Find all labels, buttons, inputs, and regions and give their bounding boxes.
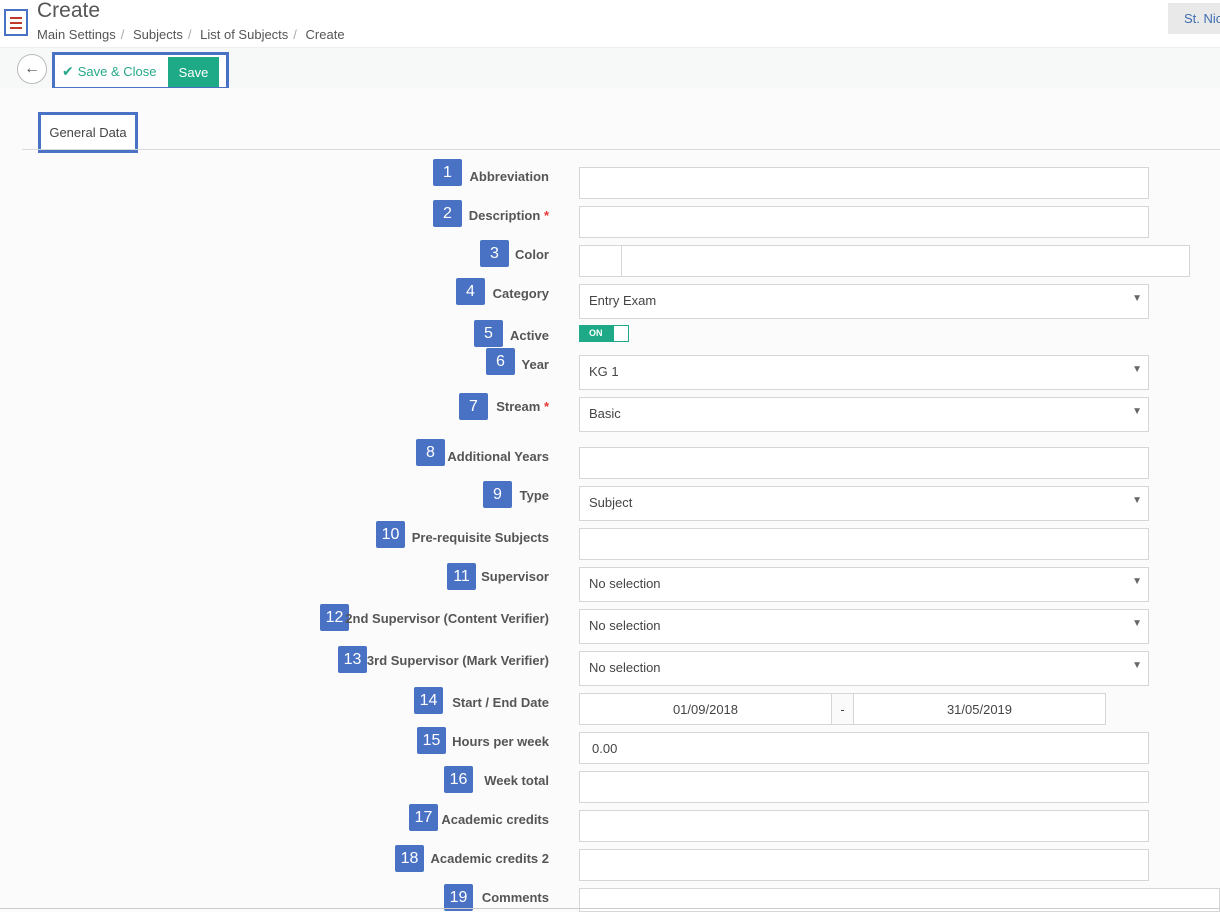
second-supervisor-label: 2nd Supervisor (Content Verifier) (345, 611, 549, 626)
active-toggle[interactable]: ON (579, 325, 629, 342)
step-badge-8: 8 (416, 439, 445, 466)
third-supervisor-select[interactable]: No selection ▼ (579, 651, 1149, 686)
step-badge-14: 14 (414, 687, 443, 714)
breadcrumb-list-of-subjects[interactable]: List of Subjects (200, 27, 288, 42)
caret-down-icon: ▼ (1132, 364, 1142, 375)
step-badge-9: 9 (483, 481, 512, 508)
page-title: Create (37, 0, 101, 22)
second-supervisor-select[interactable]: No selection ▼ (579, 609, 1149, 644)
stream-label: Stream * (496, 399, 549, 414)
year-label: Year (521, 357, 549, 372)
description-input[interactable] (579, 206, 1149, 238)
color-picker[interactable] (579, 245, 1190, 277)
year-value: KG 1 (589, 364, 619, 379)
save-and-close-button[interactable]: ✔ Save & Close (62, 58, 157, 85)
breadcrumb: Main Settings / Subjects / List of Subject… (37, 27, 345, 42)
step-badge-4: 4 (456, 278, 485, 305)
toggle-on-label: ON (580, 326, 614, 341)
arrow-left-icon: ← (24, 60, 40, 77)
step-badge-13: 13 (338, 646, 367, 673)
step-badge-7: 7 (459, 393, 488, 420)
color-swatch[interactable] (580, 246, 622, 276)
color-label: Color (515, 247, 549, 262)
step-badge-1: 1 (433, 159, 462, 186)
bottom-divider (0, 908, 1220, 909)
type-value: Subject (589, 495, 633, 510)
end-date-input[interactable]: 31/05/2019 (854, 694, 1105, 724)
start-date-input[interactable]: 01/09/2018 (580, 694, 831, 724)
comments-label: Comments (481, 890, 549, 905)
caret-down-icon: ▼ (1132, 618, 1142, 629)
save-actions-highlight: ✔ Save & Close Save (52, 52, 229, 90)
additional-years-input[interactable] (579, 447, 1149, 479)
toolbar: ← ✔ Save & Close Save (0, 47, 1220, 90)
step-badge-19: 19 (444, 884, 473, 911)
caret-down-icon: ▼ (1132, 660, 1142, 671)
academic-credits-2-input[interactable] (579, 849, 1149, 881)
step-badge-2: 2 (433, 200, 462, 227)
date-range-group: 01/09/2018 - 31/05/2019 (579, 693, 1106, 725)
date-separator: - (831, 694, 854, 724)
step-badge-6: 6 (486, 348, 515, 375)
save-button[interactable]: Save (168, 57, 219, 87)
stream-select[interactable]: Basic ▼ (579, 397, 1149, 432)
step-badge-17: 17 (409, 804, 438, 831)
category-select[interactable]: Entry Exam ▼ (579, 284, 1149, 319)
step-badge-5: 5 (474, 320, 503, 347)
type-label: Type (519, 488, 549, 503)
academic-credits-label: Academic credits (441, 812, 549, 827)
step-badge-3: 3 (480, 240, 509, 267)
stream-value: Basic (589, 406, 621, 421)
abbreviation-label: Abbreviation (469, 169, 549, 184)
step-badge-18: 18 (395, 845, 424, 872)
category-label: Category (492, 286, 549, 301)
tab-general-data[interactable]: General Data (38, 112, 138, 153)
stream-label-text: Stream (496, 399, 541, 414)
supervisor-select[interactable]: No selection ▼ (579, 567, 1149, 602)
start-end-date-label: Start / End Date (452, 695, 549, 710)
step-badge-16: 16 (444, 766, 473, 793)
supervisor-label: Supervisor (481, 569, 549, 584)
abbreviation-input[interactable] (579, 167, 1149, 199)
active-label: Active (509, 328, 549, 343)
academic-credits-input[interactable] (579, 810, 1149, 842)
hours-per-week-input[interactable]: 0.00 (579, 732, 1149, 764)
hamburger-menu-icon[interactable] (4, 9, 28, 36)
academic-credits-2-label: Academic credits 2 (430, 851, 549, 866)
description-label: Description * (469, 208, 549, 223)
third-supervisor-value: No selection (589, 660, 661, 675)
caret-down-icon: ▼ (1132, 495, 1142, 506)
page-header: Create Main Settings / Subjects / List of … (0, 0, 1220, 47)
step-badge-10: 10 (376, 521, 405, 548)
step-badge-15: 15 (417, 727, 446, 754)
caret-down-icon: ▼ (1132, 576, 1142, 587)
back-button[interactable]: ← (17, 54, 47, 84)
prerequisite-subjects-input[interactable] (579, 528, 1149, 560)
check-icon: ✔ (62, 63, 74, 79)
required-marker: * (543, 208, 549, 223)
third-supervisor-label: 3rd Supervisor (Mark Verifier) (366, 653, 549, 668)
breadcrumb-create: Create (305, 27, 345, 42)
caret-down-icon: ▼ (1132, 406, 1142, 417)
hours-per-week-label: Hours per week (452, 734, 549, 749)
year-select[interactable]: KG 1 ▼ (579, 355, 1149, 390)
save-and-close-label: Save & Close (77, 64, 157, 79)
week-total-label: Week total (484, 773, 549, 788)
supervisor-value: No selection (589, 576, 661, 591)
caret-down-icon: ▼ (1132, 293, 1142, 304)
breadcrumb-main-settings[interactable]: Main Settings (37, 27, 116, 42)
prerequisite-subjects-label: Pre-requisite Subjects (411, 530, 549, 545)
week-total-input[interactable] (579, 771, 1149, 803)
step-badge-11: 11 (447, 563, 476, 590)
category-value: Entry Exam (589, 293, 657, 308)
second-supervisor-value: No selection (589, 618, 661, 633)
type-select[interactable]: Subject ▼ (579, 486, 1149, 521)
additional-years-label: Additional Years (447, 449, 549, 464)
description-label-text: Description (468, 208, 541, 223)
required-marker: * (543, 399, 549, 414)
breadcrumb-subjects[interactable]: Subjects (133, 27, 183, 42)
tab-divider (22, 149, 1220, 150)
school-selector-button[interactable]: St. Nic (1168, 3, 1220, 34)
